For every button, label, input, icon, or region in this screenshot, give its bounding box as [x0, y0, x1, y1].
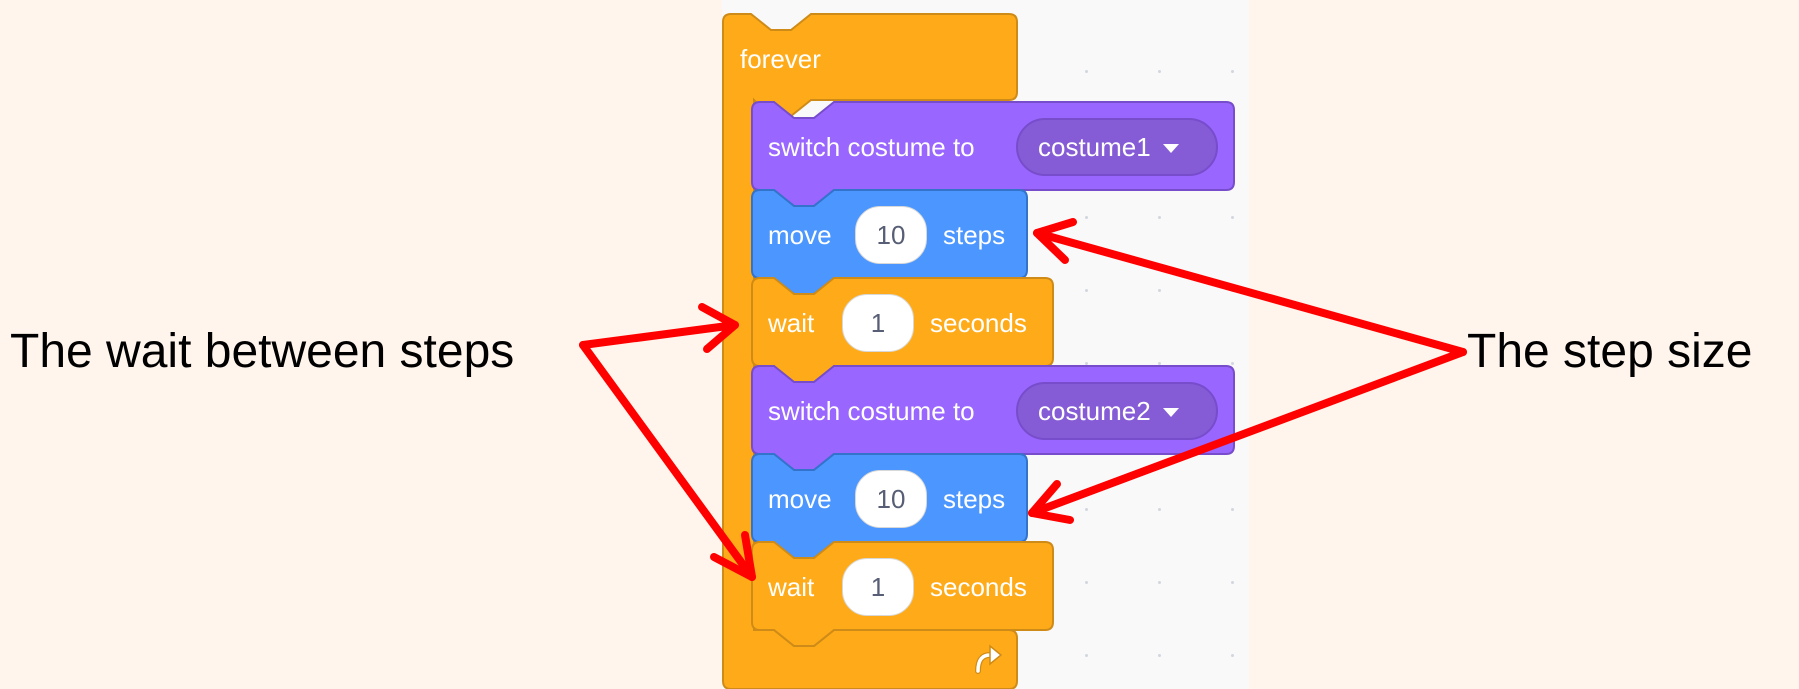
arrow-to-move-1 — [1033, 229, 1467, 356]
annotation-arrows — [579, 218, 1467, 581]
arrow-to-move-2 — [1028, 348, 1467, 517]
arrow-to-wait-2 — [579, 341, 756, 581]
